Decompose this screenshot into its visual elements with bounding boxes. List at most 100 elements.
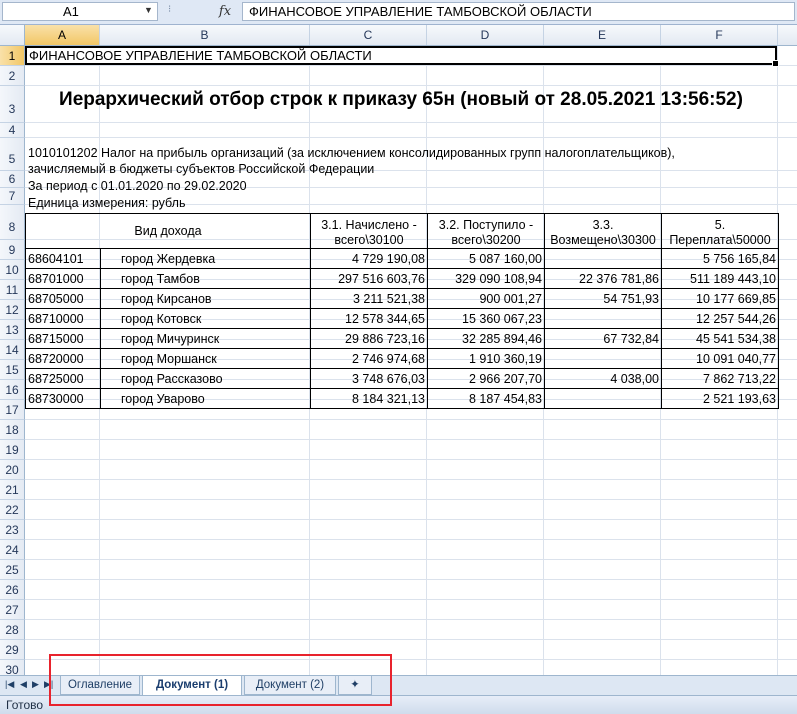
column-header-c[interactable]: C bbox=[310, 25, 427, 45]
chevron-down-icon[interactable]: ▼ bbox=[144, 5, 153, 15]
select-all-button[interactable] bbox=[0, 25, 25, 45]
row-header-28[interactable]: 28 bbox=[0, 620, 25, 640]
cell-refunded[interactable]: 22 376 781,86 bbox=[544, 268, 662, 289]
row-header-16[interactable]: 16 bbox=[0, 380, 25, 400]
row-header-20[interactable]: 20 bbox=[0, 460, 25, 480]
cell-refunded[interactable]: 67 732,84 bbox=[544, 328, 662, 349]
cell-code[interactable]: 68710000 bbox=[25, 308, 101, 329]
cell-refunded[interactable]: 4 038,00 bbox=[544, 368, 662, 389]
column-header-f[interactable]: F bbox=[661, 25, 778, 45]
cell-refunded[interactable] bbox=[544, 388, 662, 409]
cell-overpayment[interactable]: 511 189 443,10 bbox=[661, 268, 779, 289]
cell-refunded[interactable]: 54 751,93 bbox=[544, 288, 662, 309]
cell-code[interactable]: 68720000 bbox=[25, 348, 101, 369]
selected-cell-a1[interactable]: ФИНАНСОВОЕ УПРАВЛЕНИЕ ТАМБОВСКОЙ ОБЛАСТИ bbox=[25, 46, 779, 67]
next-sheet-icon[interactable]: ▶ bbox=[32, 679, 39, 690]
cell-accrued[interactable]: 12 578 344,65 bbox=[310, 308, 428, 329]
cell-income-name[interactable]: город Рассказово bbox=[100, 368, 311, 389]
fill-handle[interactable] bbox=[772, 60, 779, 67]
row-header-9[interactable]: 9 bbox=[0, 240, 25, 260]
cell-income-name[interactable]: город Кирсанов bbox=[100, 288, 311, 309]
cell-code[interactable]: 68701000 bbox=[25, 268, 101, 289]
column-header-b[interactable]: B bbox=[100, 25, 310, 45]
cell-code[interactable]: 68715000 bbox=[25, 328, 101, 349]
row-header-22[interactable]: 22 bbox=[0, 500, 25, 520]
row-header-13[interactable]: 13 bbox=[0, 320, 25, 340]
cell-received[interactable]: 8 187 454,83 bbox=[427, 388, 545, 409]
gridline-row bbox=[25, 419, 797, 420]
cell-income-name[interactable]: город Жердевка bbox=[100, 248, 311, 269]
table-row: 68701000 город Тамбов 297 516 603,76 329 09… bbox=[25, 268, 779, 289]
cell-code[interactable]: 68730000 bbox=[25, 388, 101, 409]
cell-overpayment[interactable]: 45 541 534,38 bbox=[661, 328, 779, 349]
row-header-6[interactable]: 6 bbox=[0, 171, 25, 188]
row-header-21[interactable]: 21 bbox=[0, 480, 25, 500]
cell-overpayment[interactable]: 2 521 193,63 bbox=[661, 388, 779, 409]
cell-code[interactable]: 68725000 bbox=[25, 368, 101, 389]
row-header-24[interactable]: 24 bbox=[0, 540, 25, 560]
column-header-a[interactable]: A bbox=[25, 25, 100, 45]
cell-received[interactable]: 5 087 160,00 bbox=[427, 248, 545, 269]
cell-accrued[interactable]: 4 729 190,08 bbox=[310, 248, 428, 269]
row-header-8[interactable]: 8 bbox=[0, 205, 25, 240]
row-header-18[interactable]: 18 bbox=[0, 420, 25, 440]
first-sheet-icon[interactable]: |◀ bbox=[5, 679, 14, 690]
insert-function-button[interactable]: fx bbox=[210, 2, 240, 21]
cell-code[interactable]: 68705000 bbox=[25, 288, 101, 309]
column-header-d[interactable]: D bbox=[427, 25, 544, 45]
row-header-17[interactable]: 17 bbox=[0, 400, 25, 420]
report-title: Иерархический отбор строк к приказу 65н … bbox=[59, 89, 743, 110]
cell-income-name[interactable]: город Тамбов bbox=[100, 268, 311, 289]
cell-accrued[interactable]: 3 748 676,03 bbox=[310, 368, 428, 389]
prev-sheet-icon[interactable]: ◀ bbox=[20, 679, 27, 690]
cell-received[interactable]: 32 285 894,46 bbox=[427, 328, 545, 349]
name-box[interactable]: A1 bbox=[2, 2, 158, 21]
cell-refunded[interactable] bbox=[544, 348, 662, 369]
cell-overpayment[interactable]: 7 862 713,22 bbox=[661, 368, 779, 389]
column-header-e[interactable]: E bbox=[544, 25, 661, 45]
sheet-cells[interactable]: ФИНАНСОВОЕ УПРАВЛЕНИЕ ТАМБОВСКОЙ ОБЛАСТИ… bbox=[25, 46, 797, 678]
gridline-row bbox=[25, 639, 797, 640]
row-header-26[interactable]: 26 bbox=[0, 580, 25, 600]
formula-input[interactable]: ФИНАНСОВОЕ УПРАВЛЕНИЕ ТАМБОВСКОЙ ОБЛАСТИ bbox=[242, 2, 795, 21]
cell-overpayment[interactable]: 5 756 165,84 bbox=[661, 248, 779, 269]
row-header-29[interactable]: 29 bbox=[0, 640, 25, 660]
row-header-27[interactable]: 27 bbox=[0, 600, 25, 620]
cell-refunded[interactable] bbox=[544, 248, 662, 269]
cell-received[interactable]: 15 360 067,23 bbox=[427, 308, 545, 329]
cell-code[interactable]: 68604101 bbox=[25, 248, 101, 269]
cell-received[interactable]: 900 001,27 bbox=[427, 288, 545, 309]
row-header-2[interactable]: 2 bbox=[0, 66, 25, 86]
cell-overpayment[interactable]: 10 177 669,85 bbox=[661, 288, 779, 309]
row-header-10[interactable]: 10 bbox=[0, 260, 25, 280]
cell-accrued[interactable]: 297 516 603,76 bbox=[310, 268, 428, 289]
row-header-23[interactable]: 23 bbox=[0, 520, 25, 540]
cell-received[interactable]: 2 966 207,70 bbox=[427, 368, 545, 389]
cell-overpayment[interactable]: 12 257 544,26 bbox=[661, 308, 779, 329]
row-header-15[interactable]: 15 bbox=[0, 360, 25, 380]
row-header-12[interactable]: 12 bbox=[0, 300, 25, 320]
splitter-handle-icon[interactable]: ⁝ bbox=[168, 4, 172, 15]
cell-accrued[interactable]: 8 184 321,13 bbox=[310, 388, 428, 409]
row-header-14[interactable]: 14 bbox=[0, 340, 25, 360]
cell-received[interactable]: 1 910 360,19 bbox=[427, 348, 545, 369]
row-header-4[interactable]: 4 bbox=[0, 123, 25, 138]
row-header-3[interactable]: 3 bbox=[0, 86, 25, 123]
row-header-1[interactable]: 1 bbox=[0, 46, 25, 66]
row-header-11[interactable]: 11 bbox=[0, 280, 25, 300]
row-header-5[interactable]: 5 bbox=[0, 138, 25, 171]
cell-refunded[interactable] bbox=[544, 308, 662, 329]
cell-income-name[interactable]: город Моршанск bbox=[100, 348, 311, 369]
row-header-7[interactable]: 7 bbox=[0, 188, 25, 205]
fx-icon: fx bbox=[218, 4, 232, 19]
cell-accrued[interactable]: 3 211 521,38 bbox=[310, 288, 428, 309]
row-header-19[interactable]: 19 bbox=[0, 440, 25, 460]
cell-overpayment[interactable]: 10 091 040,77 bbox=[661, 348, 779, 369]
cell-accrued[interactable]: 2 746 974,68 bbox=[310, 348, 428, 369]
cell-accrued[interactable]: 29 886 723,16 bbox=[310, 328, 428, 349]
cell-income-name[interactable]: город Котовск bbox=[100, 308, 311, 329]
row-header-25[interactable]: 25 bbox=[0, 560, 25, 580]
cell-income-name[interactable]: город Уварово bbox=[100, 388, 311, 409]
cell-income-name[interactable]: город Мичуринск bbox=[100, 328, 311, 349]
cell-received[interactable]: 329 090 108,94 bbox=[427, 268, 545, 289]
